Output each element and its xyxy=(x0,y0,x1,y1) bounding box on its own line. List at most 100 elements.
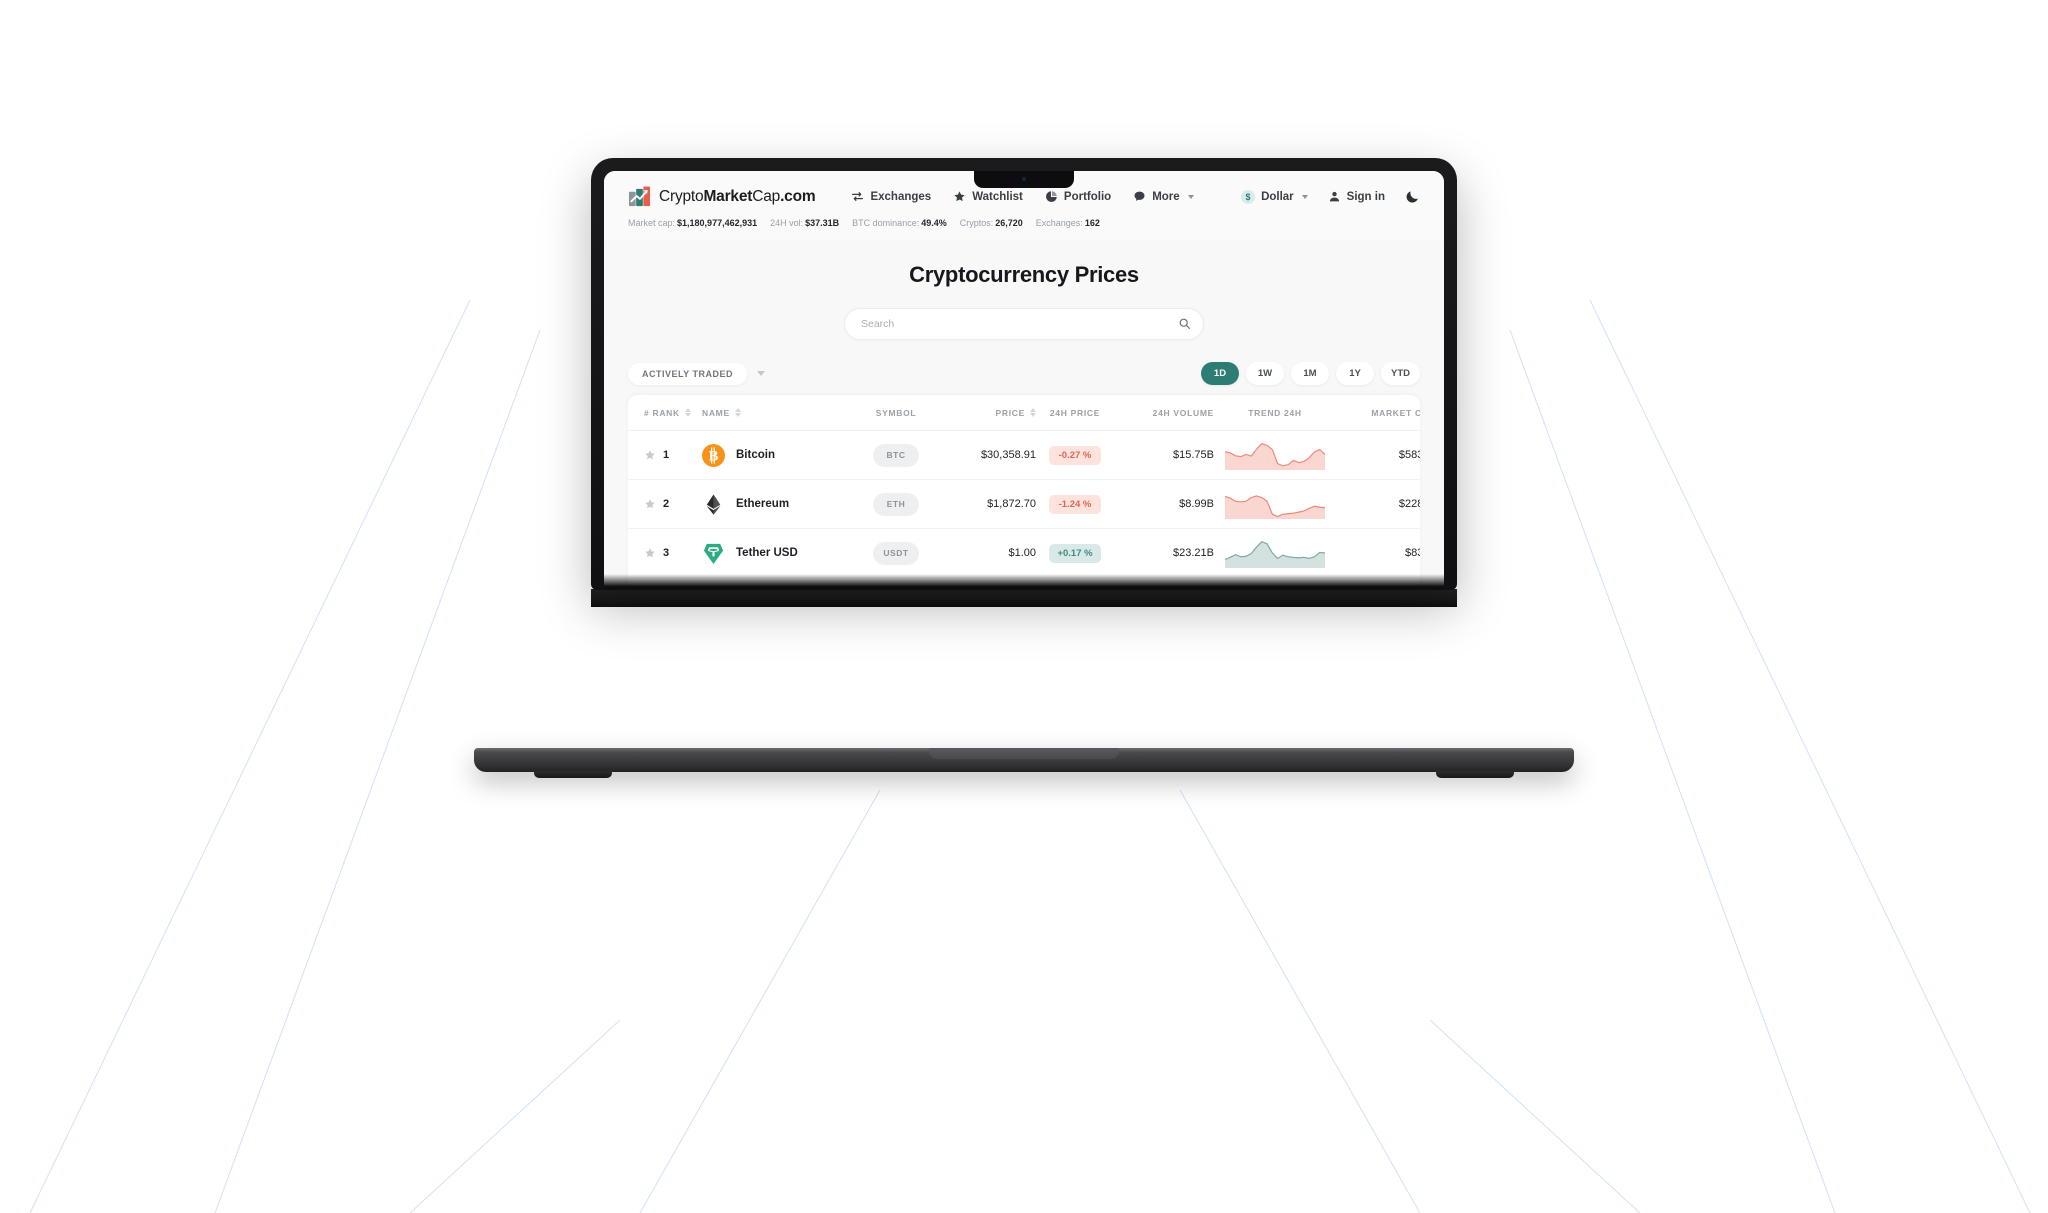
search-icon[interactable] xyxy=(1178,317,1191,330)
name-cell[interactable]: Ethereum xyxy=(702,493,852,516)
brand-logo-link[interactable]: CryptoMarketCap.com xyxy=(628,185,816,208)
name-cell[interactable]: B Bitcoin xyxy=(702,443,852,467)
webcam-icon xyxy=(1022,177,1026,181)
coin-name: Ethereum xyxy=(736,498,790,510)
sort-toggle-name[interactable] xyxy=(734,408,741,417)
range-1m[interactable]: 1M xyxy=(1291,362,1329,385)
change-badge: +0.17 % xyxy=(1049,543,1101,563)
change-24h-cell: -1.24 % xyxy=(1036,494,1114,514)
stat-24h-vol: 24H vol: $37.31B xyxy=(770,218,839,228)
currency-selector[interactable]: $ Dollar xyxy=(1241,189,1308,204)
change-badge: -1.24 % xyxy=(1049,494,1101,514)
col-header-name[interactable]: NAME xyxy=(702,408,852,418)
table-row[interactable]: 1 B Bitcoin BTC $30,358.91 -0.27 % $15.75B $583… xyxy=(628,431,1420,480)
filter-chevron-down-icon[interactable] xyxy=(757,371,766,376)
rank-cell: 3 xyxy=(644,547,702,559)
symbol-badge: USDT xyxy=(873,541,919,565)
change-24h-cell: +0.17 % xyxy=(1036,543,1114,563)
sign-in-button[interactable]: Sign in xyxy=(1328,190,1385,203)
symbol-cell: USDT xyxy=(852,541,940,565)
moon-icon[interactable] xyxy=(1405,189,1420,204)
coin-name: Bitcoin xyxy=(736,449,775,461)
laptop-base xyxy=(474,748,1574,778)
user-icon xyxy=(1329,191,1339,202)
laptop-hinge xyxy=(591,589,1457,607)
market-cap-cell: $583.49B xyxy=(1398,449,1420,461)
table-row[interactable]: 4BNBBNB$238.47+0.39 %$454.24M$34.06B xyxy=(628,578,1420,590)
name-cell[interactable]: Tether USD xyxy=(702,542,852,565)
col-label: MARKET CAP xyxy=(1371,407,1420,418)
symbol-badge: BTC xyxy=(873,443,919,467)
volume-24h-cell: $23.21B xyxy=(1173,547,1214,559)
col-header-rank[interactable]: # RANK xyxy=(644,408,702,418)
rank-number: 3 xyxy=(663,547,670,559)
sparkline-chart xyxy=(1225,495,1325,519)
dollar-icon: $ xyxy=(1241,189,1256,204)
hero-section: Cryptocurrency Prices xyxy=(604,240,1444,348)
laptop-grip-notch xyxy=(929,748,1119,759)
stat-btc-dominance: BTC dominance: 49.4% xyxy=(852,218,947,228)
col-label: TREND 24H xyxy=(1248,407,1302,418)
crypto-prices-table: # RANK NAME SYMBOL PRICE 24H PRICE 24H V… xyxy=(628,395,1420,590)
sparkline-chart xyxy=(1225,541,1325,568)
symbol-cell: BTC xyxy=(852,443,940,467)
nav-label-watchlist: Watchlist xyxy=(972,190,1023,203)
star-icon xyxy=(954,191,965,202)
star-icon[interactable] xyxy=(644,449,656,461)
filter-actively-traded[interactable]: ACTIVELY TRADED xyxy=(628,362,748,385)
nav-item-more[interactable]: More xyxy=(1133,190,1194,203)
stat-label: BTC dominance: xyxy=(852,218,920,228)
col-header-trend-24h: TREND 24H xyxy=(1214,408,1336,418)
col-label: NAME xyxy=(702,407,730,418)
trend-24h-cell xyxy=(1214,489,1336,519)
rank-cell: 2 xyxy=(644,498,702,510)
market-cap-cell: $228.55B xyxy=(1398,498,1420,510)
ethereum-icon xyxy=(706,493,721,515)
stat-market-cap: Market cap: $1,180,977,462,931 xyxy=(628,218,757,228)
nav-label-exchanges: Exchanges xyxy=(870,190,932,203)
currency-label: Dollar xyxy=(1261,190,1294,203)
laptop-notch xyxy=(974,171,1074,188)
col-label: PRICE xyxy=(995,407,1025,418)
stat-value: 49.4% xyxy=(921,218,947,228)
col-header-market-cap[interactable]: MARKET CAP xyxy=(1336,408,1420,418)
nav-item-portfolio[interactable]: Portfolio xyxy=(1045,190,1111,203)
rank-number: 2 xyxy=(663,498,670,510)
price-cell: $1.00 xyxy=(1008,547,1036,559)
col-header-24h-price: 24H PRICE xyxy=(1036,408,1114,418)
header-right-actions: $ Dollar Sign in xyxy=(1241,189,1420,204)
page-title: Cryptocurrency Prices xyxy=(909,262,1139,287)
laptop-lid: CryptoMarketCap.com Exchanges Watchlist … xyxy=(591,158,1457,590)
chat-bubble-icon xyxy=(1134,191,1145,201)
star-icon[interactable] xyxy=(644,547,656,559)
star-icon[interactable] xyxy=(644,498,656,510)
range-1d[interactable]: 1D xyxy=(1201,362,1239,385)
nav-item-exchanges[interactable]: Exchanges xyxy=(851,190,931,203)
sort-toggle-rank[interactable] xyxy=(684,408,691,417)
brand-suffix: .com xyxy=(780,187,816,205)
volume-24h-cell: $8.99B xyxy=(1179,498,1214,510)
col-header-symbol: SYMBOL xyxy=(852,408,940,418)
chevron-down-icon xyxy=(1301,194,1308,199)
range-1w[interactable]: 1W xyxy=(1246,362,1284,385)
table-row[interactable]: 3 Tether USD USDT $1.00 +0.17 % $23.21B $83.22… xyxy=(628,529,1420,578)
brand-mid2: Cap xyxy=(752,187,781,205)
laptop-mockup: CryptoMarketCap.com Exchanges Watchlist … xyxy=(474,158,1574,778)
nav-item-watchlist[interactable]: Watchlist xyxy=(953,190,1023,203)
stat-label: 24H vol: xyxy=(770,218,804,228)
search-input[interactable] xyxy=(844,308,1204,340)
search-container xyxy=(844,308,1204,340)
exchange-arrows-icon xyxy=(852,192,864,201)
range-1y[interactable]: 1Y xyxy=(1336,362,1374,385)
stat-value: 26,720 xyxy=(995,218,1023,228)
laptop-foot-left xyxy=(534,771,612,778)
sparkline-chart xyxy=(1225,587,1325,590)
col-header-price[interactable]: PRICE xyxy=(940,408,1036,418)
sparkline-chart xyxy=(1225,443,1325,470)
range-ytd[interactable]: YTD xyxy=(1381,362,1420,385)
table-row[interactable]: 2 Ethereum ETH $1,872.70 -1.24 % $8.99B $228.5… xyxy=(628,480,1420,529)
stat-label: Market cap: xyxy=(628,218,676,228)
main-nav: Exchanges Watchlist Portfolio More xyxy=(851,190,1194,203)
col-label: 24H VOLUME xyxy=(1152,407,1214,418)
market-stats-bar: Market cap: $1,180,977,462,931 24H vol: $3… xyxy=(604,218,1444,240)
